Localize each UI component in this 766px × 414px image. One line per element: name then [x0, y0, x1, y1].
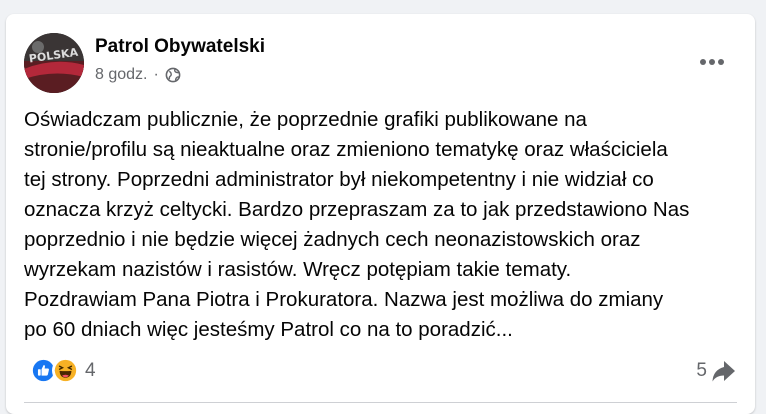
share-arrow-icon	[712, 361, 735, 382]
avatar-image: POLSKA	[24, 33, 84, 93]
avatar[interactable]: POLSKA	[24, 33, 84, 93]
reaction-count: 4	[85, 359, 96, 381]
post-card: POLSKA Patrol Obywatelski 8 godz. · Oświ…	[6, 14, 755, 414]
meta-separator: ·	[153, 66, 159, 83]
more-horizontal-icon	[700, 59, 724, 65]
share-summary[interactable]: 5	[696, 359, 737, 383]
post-body-text: Oświadczam publicznie, że poprzednie gra…	[24, 108, 690, 341]
globe-icon[interactable]	[165, 67, 181, 83]
post-timestamp[interactable]: 8 godz.	[95, 66, 147, 84]
share-count: 5	[696, 360, 707, 381]
post-meta: 8 godz. ·	[95, 66, 181, 84]
more-options-button[interactable]	[694, 44, 730, 80]
author-name[interactable]: Patrol Obywatelski	[95, 36, 265, 58]
reactions-summary[interactable]: 4	[30, 357, 96, 384]
haha-icon	[52, 357, 79, 384]
